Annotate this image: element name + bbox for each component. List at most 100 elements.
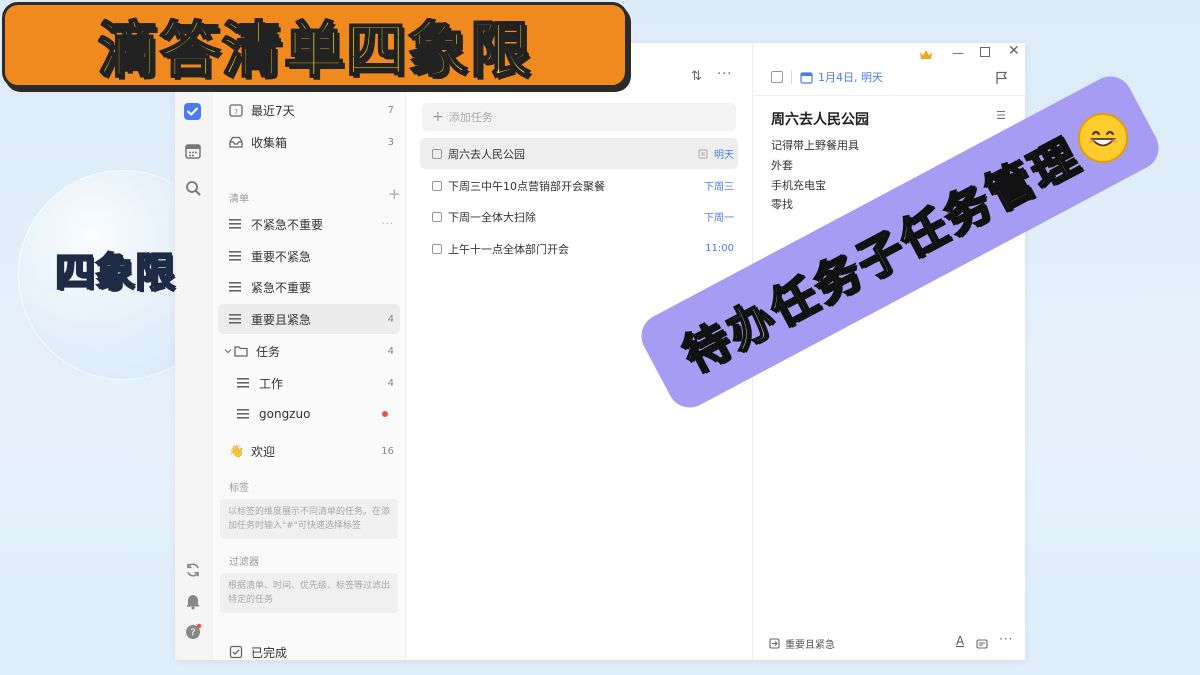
task-title: 周六去人民公园 (448, 147, 525, 161)
sidebar-list-work[interactable]: 工作 4 (226, 368, 400, 398)
task-due: 11:00 (705, 243, 734, 254)
detail-checkbox[interactable] (771, 71, 783, 83)
crown-icon[interactable] (919, 46, 933, 59)
due-date-text: 1月4日, 明天 (818, 71, 883, 84)
search-icon[interactable] (184, 179, 202, 197)
banner-title: 滴答清单四象限 (97, 15, 532, 87)
unread-dot (382, 411, 388, 417)
sidebar-item-welcome[interactable]: 👋 欢迎 16 (218, 436, 400, 466)
due-date-button[interactable]: 1月4日, 明天 (800, 69, 883, 85)
svg-text:7: 7 (234, 109, 238, 116)
sidebar-list-important-and-urgent[interactable]: 重要且紧急 4 (218, 304, 400, 334)
note-line[interactable]: 手机充电宝 (771, 177, 826, 193)
note-line[interactable]: 记得带上野餐用具 (771, 137, 859, 153)
list-icon (229, 251, 241, 261)
task-due: 下周三 (704, 182, 734, 193)
list-count: 4 (387, 313, 394, 325)
add-task-input[interactable]: + 添加任务 (422, 103, 736, 131)
task-row[interactable]: 下周一全体大扫除 下周一 (420, 201, 738, 232)
sidebar-item-label: 最近7天 (251, 103, 295, 118)
list-icon (229, 219, 241, 229)
font-style-icon[interactable]: A (956, 634, 964, 648)
flag-icon[interactable] (995, 70, 1008, 89)
list-label: gongzuo (259, 407, 311, 421)
list-label: 紧急不重要 (251, 280, 312, 295)
task-title: 上午十一点全体部门开会 (448, 242, 569, 256)
list-label: 重要且紧急 (251, 312, 312, 327)
lists-section-title: 清单 (229, 194, 249, 205)
note-line[interactable]: 外套 (771, 157, 793, 173)
task-due: 下周一 (704, 213, 734, 224)
sidebar-item-label: 收集箱 (251, 135, 288, 150)
welcome-count: 16 (381, 445, 394, 457)
sync-icon[interactable] (184, 561, 202, 579)
more-icon[interactable]: ··· (381, 219, 394, 230)
sidebar-list-important-not-urgent[interactable]: 重要不紧急 (218, 241, 400, 271)
tags-section-title: 标签 (229, 483, 249, 494)
maximize-icon[interactable] (980, 47, 990, 57)
task-checkbox[interactable] (432, 211, 442, 222)
detail-title[interactable]: 周六去人民公园 (771, 109, 869, 129)
filters-hint: 根据清单、时间、优先级、标签等过滤出特定的任务 (220, 573, 398, 613)
sidebar-list-urgent-not-important[interactable]: 紧急不重要 (218, 272, 400, 302)
list-label: 工作 (259, 376, 284, 391)
bell-icon[interactable] (184, 592, 202, 610)
plus-icon: + (432, 109, 444, 125)
task-title: 下周三中午10点营销部开会聚餐 (448, 179, 605, 193)
more-icon[interactable]: ··· (999, 632, 1013, 646)
close-icon[interactable]: ✕ (1008, 43, 1020, 59)
minimize-icon[interactable]: — (952, 46, 964, 60)
task-row[interactable]: 周六去人民公园 明天 (420, 138, 738, 169)
list-icon (229, 282, 241, 292)
sidebar-item-count: 7 (387, 104, 394, 116)
sidebar-item-last-7-days[interactable]: 7 最近7天 7 (218, 95, 400, 125)
title-banner: 滴答清单四象限 (2, 2, 628, 88)
comment-icon[interactable] (976, 636, 988, 655)
note-line[interactable]: 零找 (771, 196, 793, 212)
add-list-icon[interactable]: + (388, 185, 401, 203)
filters-section-title: 过滤器 (229, 557, 259, 568)
list-label: 重要不紧急 (251, 249, 312, 264)
tags-hint: 以标签的维度展示不同清单的任务。在添加任务时输入"#"可快速选择标签 (220, 499, 398, 539)
list-selector[interactable]: 重要且紧急 (769, 636, 835, 651)
task-row[interactable]: 下周三中午10点营销部开会聚餐 下周三 (420, 170, 738, 201)
divider (753, 95, 1025, 96)
inbox-icon (229, 136, 243, 148)
icon-rail: ? (175, 43, 213, 660)
tasks-checkbox-icon[interactable] (184, 103, 201, 120)
note-icon (698, 149, 708, 158)
calendar-icon (800, 71, 813, 84)
more-icon[interactable]: ··· (717, 67, 732, 82)
list-icon (237, 409, 249, 419)
app-window: ? 7 最近7天 7 收集箱 3 清单 + 不紧急不重要 ··· 重要不紧急 紧… (175, 43, 1025, 660)
add-task-placeholder: 添加任务 (448, 111, 493, 124)
sidebar-folder-tasks[interactable]: 任务 4 (218, 336, 400, 366)
bubble-label: 四象限 (54, 249, 176, 297)
help-icon[interactable]: ? (184, 623, 202, 641)
format-icon[interactable]: ☰ (996, 109, 1006, 122)
folder-icon (234, 346, 248, 357)
task-title: 下周一全体大扫除 (448, 210, 536, 224)
sidebar-list-not-urgent-not-important[interactable]: 不紧急不重要 ··· (218, 209, 400, 239)
move-list-icon (769, 638, 780, 649)
sidebar-item-completed[interactable]: 已完成 (218, 637, 400, 660)
folder-count: 4 (387, 345, 394, 357)
calendar-icon[interactable] (184, 142, 202, 160)
list-count: 4 (387, 377, 394, 389)
task-checkbox[interactable] (432, 243, 442, 254)
divider (791, 70, 792, 84)
task-row[interactable]: 上午十一点全体部门开会 11:00 (420, 233, 738, 264)
sidebar-item-inbox[interactable]: 收集箱 3 (218, 127, 400, 157)
chevron-down-icon[interactable] (224, 347, 232, 355)
list-icon (229, 314, 241, 324)
sidebar: 7 最近7天 7 收集箱 3 清单 + 不紧急不重要 ··· 重要不紧急 紧急不… (213, 43, 406, 660)
list-label: 不紧急不重要 (251, 217, 324, 232)
list-name: 重要且紧急 (785, 640, 835, 651)
task-checkbox[interactable] (432, 148, 442, 159)
folder-label: 任务 (256, 344, 281, 359)
task-checkbox[interactable] (432, 180, 442, 191)
emoji-grin-icon (1078, 113, 1128, 163)
sidebar-list-gongzuo[interactable]: gongzuo (226, 399, 400, 429)
svg-text:?: ? (190, 628, 195, 639)
sort-icon[interactable]: ⇅ (691, 69, 702, 84)
